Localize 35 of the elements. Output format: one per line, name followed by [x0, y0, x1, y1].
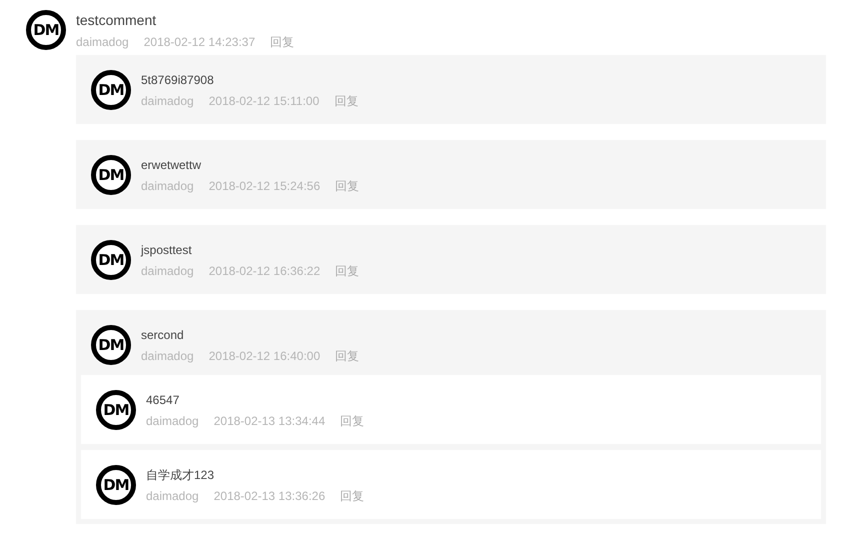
- author-name: daimadog: [146, 489, 199, 503]
- author-name: daimadog: [76, 35, 129, 49]
- avatar: DM: [96, 465, 136, 505]
- reply-link[interactable]: 回复: [340, 414, 364, 428]
- timestamp: 2018-02-12 16:36:22: [208, 264, 320, 278]
- reply-link[interactable]: 回复: [335, 349, 360, 363]
- author-name: daimadog: [146, 414, 199, 428]
- comment-text: 5t8769i87908: [141, 72, 215, 88]
- timestamp: 2018-02-12 14:23:37: [144, 35, 256, 49]
- timestamp: 2018-02-12 15:11:00: [208, 94, 320, 108]
- comment-text: 46547: [146, 392, 180, 408]
- comment-text: 自学成才123: [146, 467, 216, 483]
- reply-link[interactable]: 回复: [335, 264, 360, 278]
- comment-text: erwetwettw: [141, 157, 202, 173]
- comment-text: testcomment: [76, 11, 158, 29]
- timestamp: 2018-02-12 15:24:56: [208, 179, 320, 193]
- avatar: DM: [91, 240, 131, 280]
- author-name: daimadog: [141, 94, 194, 108]
- author-name: daimadog: [141, 349, 194, 363]
- timestamp: 2018-02-13 13:36:26: [214, 489, 326, 503]
- author-name: daimadog: [141, 179, 194, 193]
- author-name: daimadog: [141, 264, 194, 278]
- reply-link[interactable]: 回复: [340, 489, 364, 503]
- avatar: DM: [91, 155, 131, 195]
- avatar: DM: [26, 10, 66, 50]
- reply-link[interactable]: 回复: [335, 179, 360, 193]
- avatar: DM: [96, 390, 136, 430]
- comment-text: sercond: [141, 327, 185, 343]
- timestamp: 2018-02-13 13:34:44: [214, 414, 326, 428]
- reply-link[interactable]: 回复: [334, 94, 358, 108]
- reply-link[interactable]: 回复: [270, 35, 294, 49]
- comment-text: jsposttest: [141, 242, 193, 258]
- avatar: DM: [91, 70, 131, 110]
- timestamp: 2018-02-12 16:40:00: [208, 349, 320, 363]
- avatar: DM: [91, 325, 131, 365]
